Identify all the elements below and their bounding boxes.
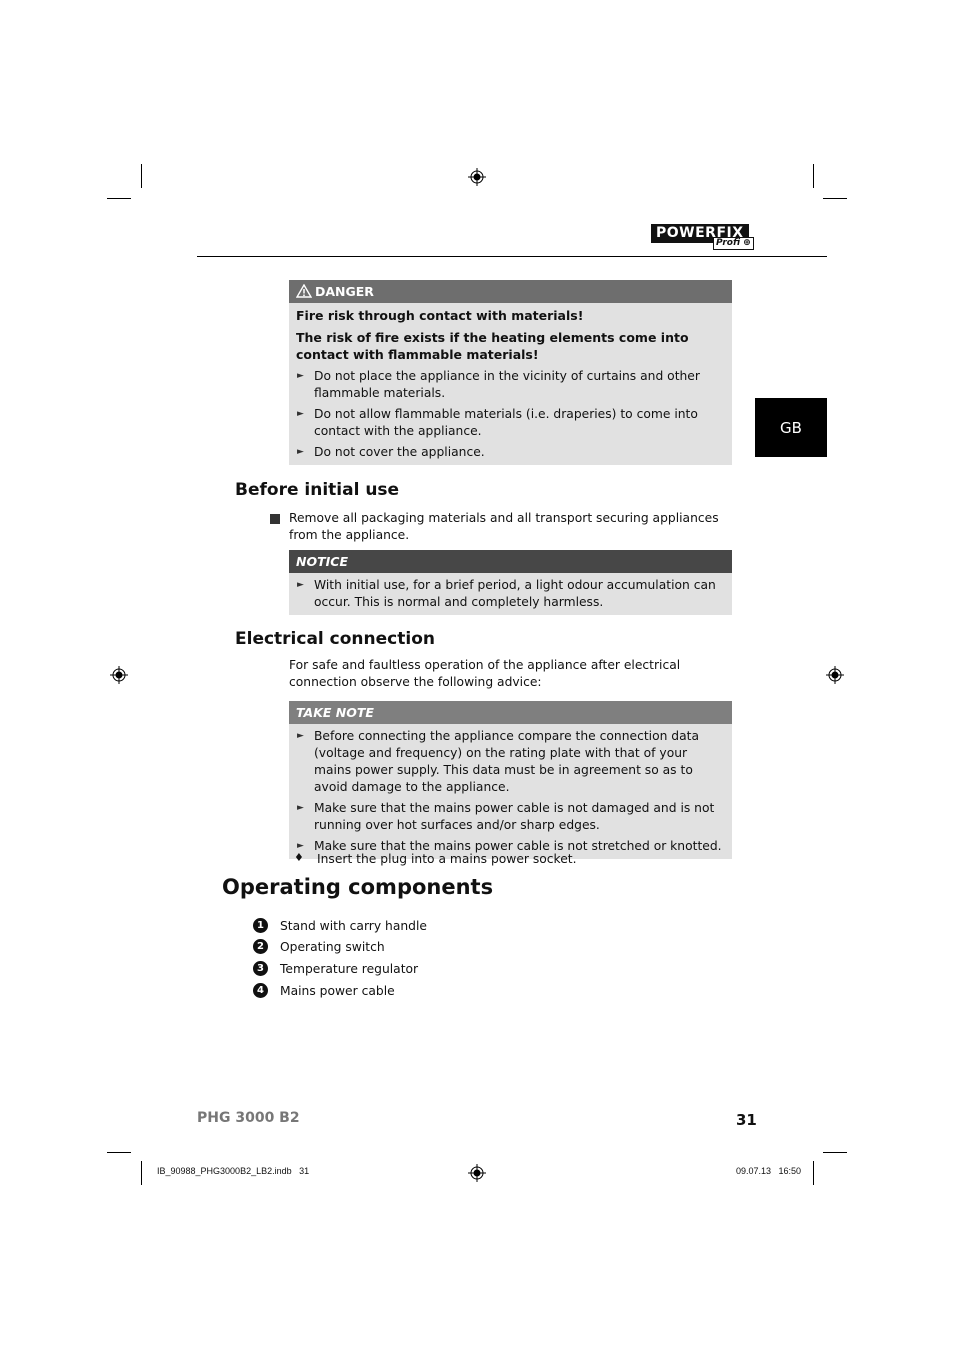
- registration-mark-icon: [468, 1164, 486, 1182]
- arrow-bullet-icon: ►: [297, 580, 304, 590]
- list-item: ► Do not place the appliance in the vicin…: [297, 369, 700, 400]
- danger-header: DANGER: [289, 280, 732, 303]
- number-badge-icon: 3: [253, 961, 268, 976]
- danger-title: DANGER: [315, 284, 374, 299]
- crop-mark: [141, 164, 142, 188]
- list-item: ► Make sure that the mains power cable is…: [297, 801, 715, 832]
- component-item: 4 Mains power cable: [253, 983, 395, 998]
- header-rule: [197, 256, 827, 257]
- arrow-bullet-icon: ►: [297, 371, 304, 381]
- section-heading-before-initial-use: Before initial use: [235, 480, 400, 500]
- slug-file: IB_90988_PHG3000B2_LB2.indb 31: [157, 1166, 310, 1176]
- before-use-instruction: Remove all packaging materials and all t…: [289, 511, 719, 542]
- arrow-bullet-icon: ►: [297, 447, 304, 457]
- registration-mark-icon: [110, 666, 128, 684]
- crop-mark: [823, 198, 847, 199]
- list-item: ► Do not cover the appliance.: [297, 445, 485, 459]
- component-item: 2 Operating switch: [253, 939, 385, 954]
- notice-header: NOTICE: [289, 550, 732, 573]
- crop-mark: [823, 1152, 847, 1153]
- footer-model: PHG 3000 B2: [197, 1110, 300, 1126]
- logo-sub-text: Profi ⊕: [713, 237, 754, 250]
- crop-mark: [813, 1161, 814, 1185]
- list-item: ► With initial use, for a brief period, a…: [297, 578, 716, 609]
- crop-mark: [141, 1161, 142, 1185]
- component-item: 3 Temperature regulator: [253, 961, 418, 976]
- list-item: ► Before connecting the appliance compare…: [297, 729, 700, 794]
- square-bullet-icon: [270, 514, 280, 524]
- section-heading-electrical-connection: Electrical connection: [235, 629, 435, 649]
- warning-triangle-icon: [295, 283, 313, 298]
- arrow-bullet-icon: ►: [297, 731, 304, 741]
- arrow-bullet-icon: ►: [297, 409, 304, 419]
- crop-mark: [813, 164, 814, 188]
- brand-logo: POWERFIX Profi ⊕: [651, 222, 754, 250]
- section-heading-operating-components: Operating components: [222, 875, 494, 899]
- action-step: Insert the plug into a mains power socke…: [317, 852, 577, 866]
- danger-box: DANGER Fire risk through contact with ma…: [289, 280, 732, 465]
- page-number: 31: [736, 1111, 757, 1129]
- crop-mark: [107, 1152, 131, 1153]
- language-tab: GB: [755, 398, 827, 457]
- danger-heading: Fire risk through contact with materials…: [296, 308, 584, 323]
- arrow-bullet-icon: ►: [297, 803, 304, 813]
- take-note-header: TAKE NOTE: [289, 701, 732, 724]
- registration-mark-icon: [468, 168, 486, 186]
- danger-subheading: The risk of fire exists if the heating e…: [296, 330, 689, 362]
- list-item: ► Do not allow flammable materials (i.e. …: [297, 407, 698, 438]
- registration-mark-icon: [826, 666, 844, 684]
- number-badge-icon: 1: [253, 918, 268, 933]
- slug-date: 09.07.13 16:50: [736, 1166, 802, 1176]
- notice-box: NOTICE ► With initial use, for a brief pe…: [289, 550, 732, 615]
- crop-mark: [107, 198, 131, 199]
- electrical-intro: For safe and faultless operation of the …: [289, 658, 681, 689]
- number-badge-icon: 4: [253, 983, 268, 998]
- number-badge-icon: 2: [253, 939, 268, 954]
- take-note-box: TAKE NOTE ► Before connecting the applian…: [289, 701, 732, 859]
- diamond-bullet-icon: ♦: [294, 851, 304, 864]
- component-item: 1 Stand with carry handle: [253, 918, 427, 933]
